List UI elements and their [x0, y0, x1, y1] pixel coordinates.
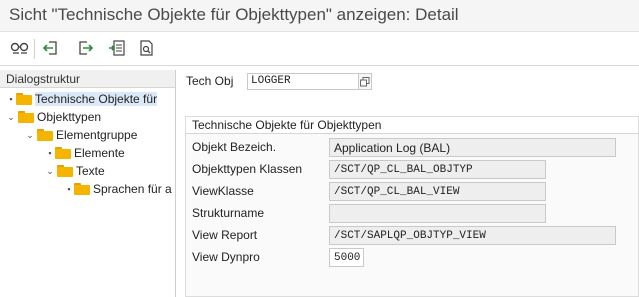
- dialog-structure-panel: Dialogstruktur ▪ Technische Objekte für …: [0, 70, 176, 297]
- field-row-view-report: View Report /SCT/SAPLQP_OBJTYP_VIEW: [186, 225, 639, 246]
- field-row-viewklasse: ViewKlasse /SCT/QP_CL_BAL_VIEW: [186, 181, 639, 202]
- tree-item-label: Sprachen für a: [93, 182, 172, 196]
- tree-item-elementgruppe[interactable]: ⌄ Elementgruppe: [25, 126, 137, 144]
- field-label: View Report: [192, 228, 258, 242]
- select-all-icon[interactable]: [106, 37, 128, 59]
- folder-icon: [57, 165, 73, 177]
- objekt-bezeich-field[interactable]: Application Log (BAL): [329, 138, 616, 157]
- application-toolbar: [0, 32, 639, 66]
- strukturname-field[interactable]: [329, 204, 546, 223]
- value-help-icon[interactable]: [358, 73, 372, 90]
- tech-obj-field[interactable]: LOGGER: [247, 73, 359, 90]
- window-title: Sicht "Technische Objekte für Objekttype…: [9, 5, 459, 24]
- toolbar-separator: [34, 39, 35, 59]
- field-row-objekttypen-klassen: Objekttypen Klassen /SCT/QP_CL_BAL_OBJTY…: [186, 159, 639, 180]
- tree-item-label: Technische Objekte für: [35, 92, 158, 106]
- bullet-icon: ▪: [67, 184, 71, 194]
- tech-obj-label: Tech Obj: [186, 74, 234, 88]
- arrow-forward-icon[interactable]: [74, 37, 96, 59]
- field-label: Objekt Bezeich.: [192, 140, 277, 154]
- folder-icon: [18, 111, 34, 123]
- detail-group: Technische Objekte für Objekttypen Objek…: [185, 116, 639, 297]
- field-label: Objekttypen Klassen: [192, 162, 303, 176]
- detail-panel: Tech Obj LOGGER Technische Objekte für O…: [178, 70, 639, 297]
- tree-item-texte[interactable]: ⌄ Texte: [45, 162, 105, 180]
- tree-item-elemente[interactable]: ▪ Elemente: [45, 144, 125, 162]
- view-report-field[interactable]: /SCT/SAPLQP_OBJTYP_VIEW: [329, 226, 616, 245]
- tree-item-label: Texte: [76, 164, 105, 178]
- folder-icon: [55, 147, 71, 159]
- view-dynpro-field[interactable]: 5000: [329, 248, 364, 267]
- chevron-down-icon[interactable]: ⌄: [45, 166, 55, 177]
- glasses-display-icon[interactable]: [9, 37, 31, 59]
- bullet-icon: ▪: [48, 148, 52, 158]
- tree-item-sprachen[interactable]: ▪ Sprachen für a: [64, 180, 172, 198]
- tree-item-technische-objekte[interactable]: ▪ Technische Objekte für: [6, 90, 158, 108]
- field-row-view-dynpro: View Dynpro 5000: [186, 247, 639, 268]
- field-label: Strukturname: [192, 206, 265, 220]
- dialog-structure-header: Dialogstruktur: [0, 70, 175, 88]
- chevron-down-icon[interactable]: ⌄: [25, 130, 35, 141]
- tree-item-label: Elementgruppe: [56, 128, 138, 142]
- objekttypen-klassen-field[interactable]: /SCT/QP_CL_BAL_OBJTYP: [329, 160, 546, 179]
- tree-item-label: Objekttypen: [37, 110, 102, 124]
- folder-icon: [74, 183, 90, 195]
- field-row-objekt-bezeich: Objekt Bezeich. Application Log (BAL): [186, 137, 639, 158]
- tree-item-label: Elemente: [74, 146, 125, 160]
- viewklasse-field[interactable]: /SCT/QP_CL_BAL_VIEW: [329, 182, 546, 201]
- title-bar: Sicht "Technische Objekte für Objekttype…: [0, 0, 639, 32]
- field-label: View Dynpro: [192, 250, 260, 264]
- folder-icon: [16, 93, 32, 105]
- bullet-icon: ▪: [9, 94, 13, 104]
- arrow-back-icon[interactable]: [40, 37, 62, 59]
- tree-item-objekttypen[interactable]: ⌄ Objekttypen: [6, 108, 101, 126]
- field-row-strukturname: Strukturname: [186, 203, 639, 224]
- chevron-down-icon[interactable]: ⌄: [6, 112, 16, 123]
- group-title: Technische Objekte für Objekttypen: [186, 117, 638, 134]
- document-find-icon[interactable]: [136, 37, 158, 59]
- folder-icon: [37, 129, 53, 141]
- field-label: ViewKlasse: [192, 184, 254, 198]
